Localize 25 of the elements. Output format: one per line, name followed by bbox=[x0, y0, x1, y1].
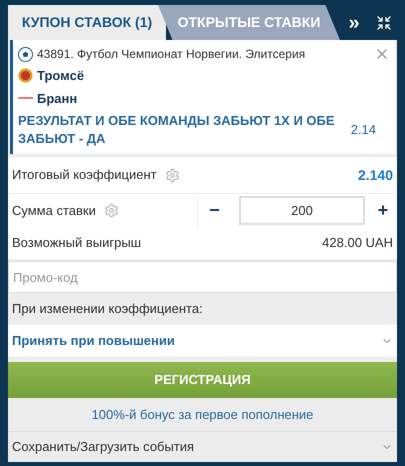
odds: 2.14 bbox=[350, 121, 377, 140]
team-name: Бранн bbox=[37, 90, 78, 108]
bonus-link[interactable]: 100%-й бонус за первое пополнение bbox=[92, 404, 314, 424]
settings-icon[interactable] bbox=[104, 203, 119, 218]
winnings-label: Возможный выигрыш bbox=[12, 234, 142, 252]
team-name: Тромсё bbox=[37, 67, 84, 85]
decrease-button[interactable]: − bbox=[198, 197, 231, 224]
collapse-icon[interactable] bbox=[376, 15, 392, 31]
winnings-value: 428.00 UAH bbox=[322, 234, 393, 252]
market-name: РЕЗУЛЬТАТ И ОБЕ КОМАНДЫ ЗАБЬЮТ 1X И ОБЕ ЗАБЬЮТ - ДА bbox=[18, 112, 336, 148]
tab[interactable]: КУПОН СТАВОК (1) bbox=[8, 5, 166, 40]
save-load-dropdown[interactable]: Сохранить/Загрузить события bbox=[8, 432, 397, 462]
odds-change-dropdown[interactable]: Принять при повышении bbox=[8, 325, 397, 357]
settings-icon[interactable] bbox=[164, 168, 180, 182]
increase-button[interactable]: + bbox=[373, 197, 393, 224]
promo-code-field[interactable]: Промо-код bbox=[8, 261, 397, 293]
event-title: 43891. Футбол Чемпионат Норвегии. Элитсерия bbox=[37, 46, 306, 63]
team-crest-icon bbox=[18, 68, 33, 84]
total-odds-value: 2.140 bbox=[358, 166, 393, 184]
soccer-ball-icon bbox=[18, 46, 33, 62]
total-odds-label: Итоговый коэффициент bbox=[12, 166, 157, 184]
expand-button[interactable]: » bbox=[342, 5, 366, 40]
stake-label: Сумма ставки bbox=[12, 202, 96, 220]
odds-change-label: При изменении коэффициента: bbox=[12, 300, 203, 318]
stake-field[interactable]: 200 bbox=[239, 196, 365, 225]
